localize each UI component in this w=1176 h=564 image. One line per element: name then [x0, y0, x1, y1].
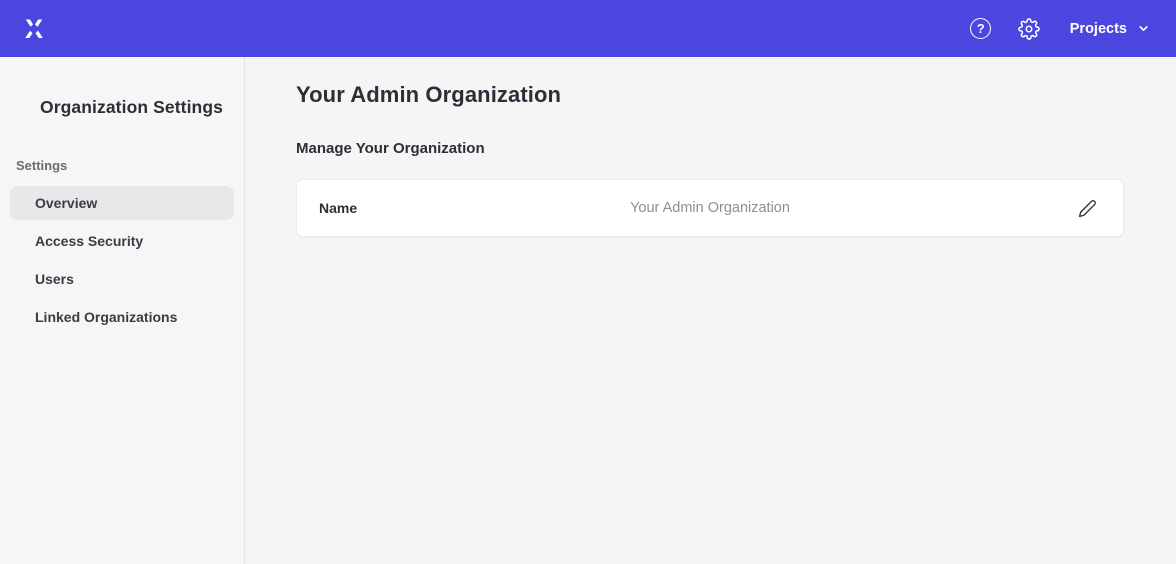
- name-field-label: Name: [319, 200, 357, 216]
- topbar: X ? Projects: [0, 0, 1176, 57]
- sidebar-item-access-security[interactable]: Access Security: [10, 224, 234, 258]
- page-title: Your Admin Organization: [296, 82, 1176, 108]
- sidebar: Organization Settings Settings Overview …: [0, 57, 245, 564]
- organization-name-card: Name Your Admin Organization: [296, 179, 1124, 237]
- sidebar-section-label: Settings: [0, 158, 244, 173]
- topbar-actions: ? Projects: [964, 12, 1152, 46]
- projects-label: Projects: [1070, 21, 1127, 37]
- sidebar-item-label: Linked Organizations: [35, 309, 177, 325]
- sidebar-item-label: Users: [35, 271, 74, 287]
- app-logo-icon[interactable]: X: [20, 15, 48, 43]
- gear-icon: [1018, 18, 1040, 40]
- section-title: Manage Your Organization: [296, 140, 1176, 157]
- sidebar-item-linked-organizations[interactable]: Linked Organizations: [10, 300, 234, 334]
- sidebar-item-label: Access Security: [35, 233, 143, 249]
- main-content: Your Admin Organization Manage Your Orga…: [245, 57, 1176, 564]
- page-body: Organization Settings Settings Overview …: [0, 57, 1176, 564]
- name-field-value: Your Admin Organization: [630, 200, 790, 216]
- sidebar-item-label: Overview: [35, 195, 97, 211]
- projects-dropdown[interactable]: Projects: [1060, 13, 1152, 45]
- edit-name-button[interactable]: [1073, 194, 1101, 222]
- pencil-icon: [1078, 199, 1097, 218]
- help-circle-icon: ?: [970, 18, 991, 39]
- chevron-down-icon: [1137, 22, 1150, 35]
- sidebar-item-users[interactable]: Users: [10, 262, 234, 296]
- sidebar-title: Organization Settings: [0, 97, 244, 118]
- settings-button[interactable]: [1012, 12, 1046, 46]
- help-button[interactable]: ?: [964, 12, 998, 46]
- sidebar-nav: Overview Access Security Users Linked Or…: [0, 186, 244, 334]
- sidebar-item-overview[interactable]: Overview: [10, 186, 234, 220]
